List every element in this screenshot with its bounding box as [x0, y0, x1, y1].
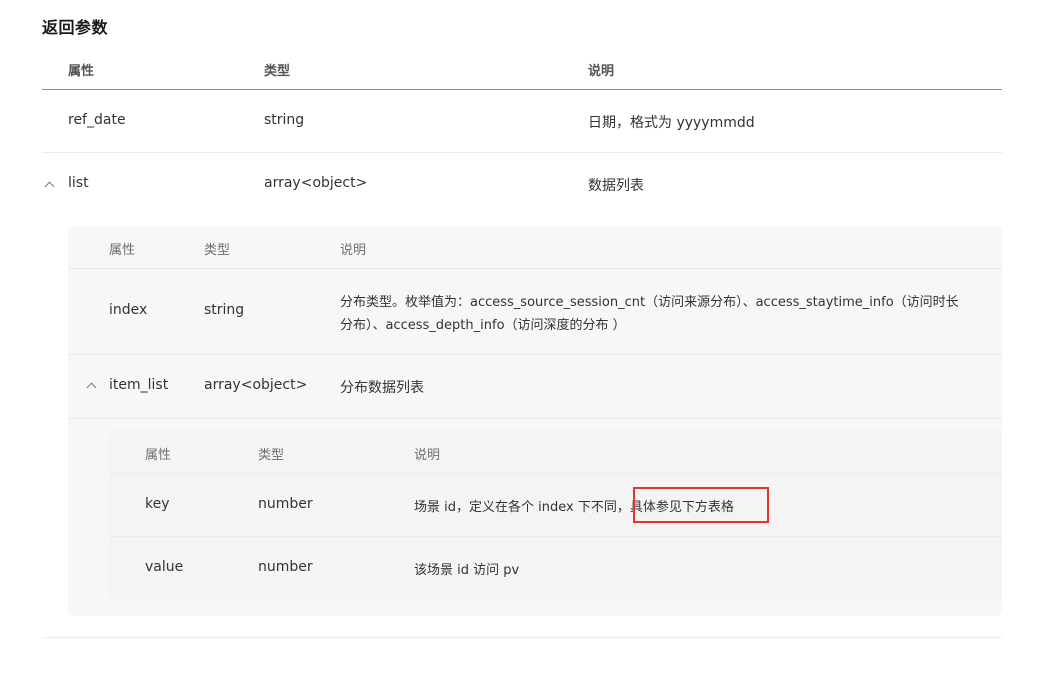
header-desc: 说明	[340, 243, 367, 258]
param-desc-line-1: 分布类型。枚举值为：access_source_session_cnt（访问来源…	[340, 295, 959, 310]
param-type: array<object>	[264, 175, 368, 191]
params-table: 属性 类型 说明 ref_date string 日期，格式为 yyyymmdd…	[42, 46, 1002, 638]
highlight-box	[633, 487, 769, 523]
param-desc: 日期，格式为 yyyymmdd	[588, 115, 755, 131]
header-attr: 属性	[109, 243, 136, 258]
table-row-list: list array<object> 数据列表 属性 类型 说明 index s…	[42, 153, 1002, 638]
param-type: number	[258, 496, 313, 512]
table-row-ref-date: ref_date string 日期，格式为 yyyymmdd	[42, 90, 1002, 153]
param-desc: 该场景 id 访问 pv	[414, 563, 520, 578]
param-desc-line-2: 分布）、access_depth_info（访问深度的分布 ）	[340, 318, 626, 333]
header-type: 类型	[258, 448, 285, 463]
param-type: number	[258, 559, 313, 575]
list-table-header: 属性 类型 说明	[68, 226, 1002, 269]
param-name: ref_date	[68, 112, 126, 128]
param-name: index	[109, 302, 148, 318]
param-name: key	[145, 496, 170, 512]
param-name: item_list	[109, 377, 169, 393]
table-row-value: value number 该场景 id 访问 pv	[109, 537, 1002, 600]
desc-text: 场景 id，定义在各个 index 下不同，	[414, 500, 630, 515]
header-attr: 属性	[68, 64, 95, 79]
header-type: 类型	[204, 243, 231, 258]
param-type: string	[264, 112, 305, 128]
table-row-index: index string 分布类型。枚举值为：access_source_ses…	[68, 269, 1002, 355]
row-divider	[68, 418, 1002, 419]
collapse-chevron-icon[interactable]	[86, 382, 97, 393]
param-desc: 数据列表	[588, 178, 644, 194]
item-list-table-header: 属性 类型 说明	[109, 430, 1002, 474]
params-table-header: 属性 类型 说明	[42, 46, 1002, 90]
table-row-item-list: item_list array<object> 分布数据列表 属性 类型 说明 …	[68, 355, 1002, 617]
header-desc: 说明	[414, 448, 441, 463]
header-type: 类型	[264, 64, 291, 79]
param-type: array<object>	[204, 377, 308, 393]
list-nested-table: 属性 类型 说明 index string 分布类型。枚举值为：access_s…	[68, 226, 1002, 616]
param-type: string	[204, 302, 245, 318]
header-desc: 说明	[588, 64, 615, 79]
param-desc: 分布数据列表	[340, 380, 424, 396]
table-row-key: key number 场景 id，定义在各个 index 下不同，具体参见下方表…	[109, 474, 1002, 537]
collapse-chevron-icon[interactable]	[44, 181, 55, 192]
section-title: 返回参数	[42, 18, 109, 37]
header-attr: 属性	[145, 448, 172, 463]
param-name: list	[68, 175, 89, 191]
param-name: value	[145, 559, 184, 575]
item-list-nested-table: 属性 类型 说明 key number 场景 id，定义在各个 index 下不…	[109, 430, 1002, 600]
